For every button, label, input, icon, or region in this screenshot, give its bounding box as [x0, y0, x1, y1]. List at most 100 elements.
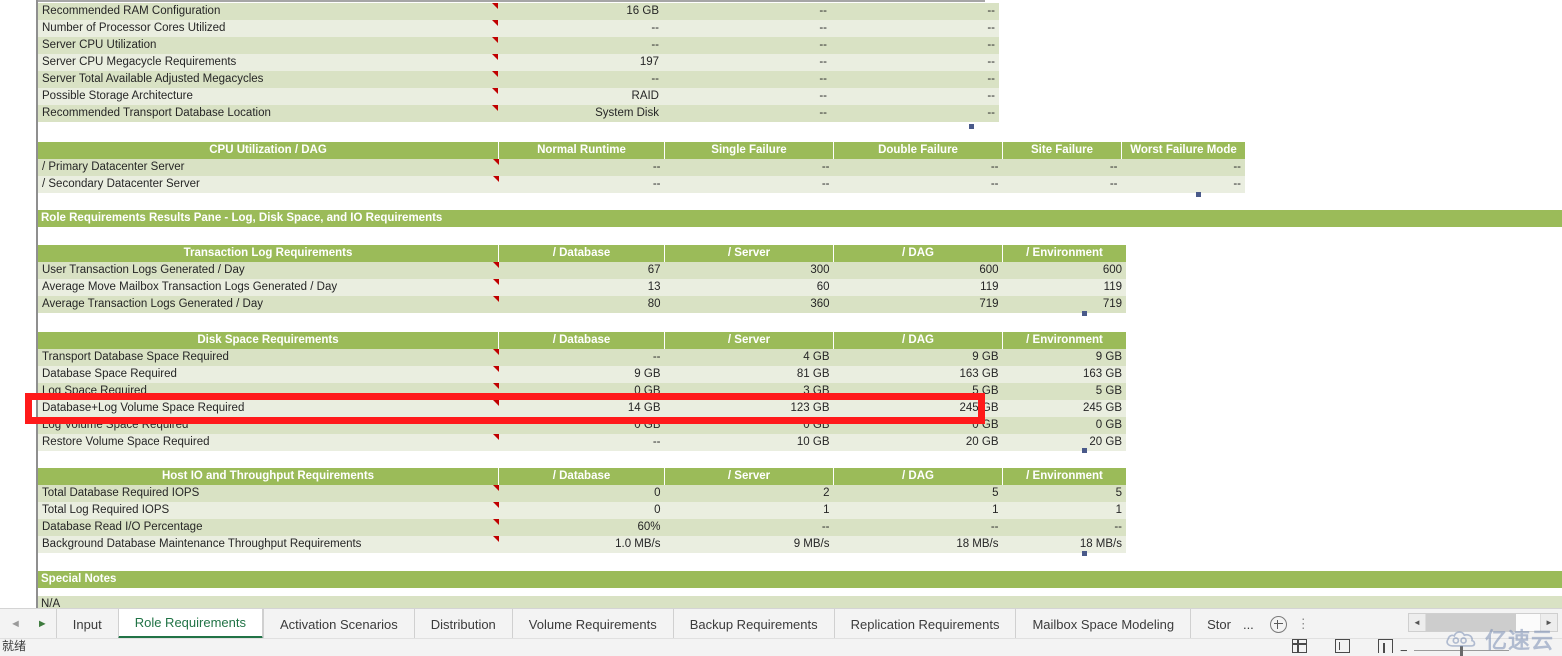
- sheet-tab-mailbox-space-modeling[interactable]: Mailbox Space Modeling: [1015, 609, 1190, 639]
- cell-value: 9 GB: [833, 349, 1003, 366]
- table-row[interactable]: Average Move Mailbox Transaction Logs Ge…: [38, 279, 1126, 296]
- table-row[interactable]: Possible Storage Architecture RAID -- --: [38, 88, 999, 105]
- table-row[interactable]: Server CPU Megacycle Requirements 197 -- --: [38, 54, 999, 71]
- sheet-tab-label: Distribution: [430, 616, 496, 632]
- cell-value: --: [663, 88, 831, 105]
- cloud-logo-icon: [1446, 631, 1476, 647]
- cell-value: 80: [498, 296, 665, 313]
- disk-space-table: Disk Space Requirements / Database / Serve…: [38, 332, 1126, 451]
- table-row[interactable]: Number of Processor Cores Utilized -- -- --: [38, 20, 999, 37]
- column-header: CPU Utilization / DAG: [38, 142, 499, 159]
- cell-value: --: [663, 3, 831, 20]
- row-label: / Secondary Datacenter Server: [38, 176, 499, 193]
- row-label: Transport Database Space Required: [38, 349, 499, 366]
- column-header: / Environment: [1002, 245, 1126, 262]
- sheet-tab-volume-requirements[interactable]: Volume Requirements: [511, 609, 673, 639]
- row-label: / Primary Datacenter Server: [38, 159, 499, 176]
- scroll-left-icon[interactable]: ◄: [1409, 614, 1426, 631]
- sheet-tab-label: Stor: [1207, 616, 1231, 632]
- table-row[interactable]: Database Space Required 9 GB 81 GB 163 GB 16…: [38, 366, 1126, 383]
- worksheet-grid[interactable]: Recommended RAM Configuration 16 GB -- -- Nu…: [0, 0, 1562, 608]
- sheet-tabs-overflow[interactable]: ...: [1235, 609, 1262, 639]
- sheet-nav-next-icon[interactable]: ►: [37, 618, 48, 630]
- cell-value: 18 MB/s: [833, 536, 1003, 553]
- sheet-tab-label: Mailbox Space Modeling: [1032, 616, 1175, 632]
- table-row[interactable]: Server Total Available Adjusted Megacycl…: [38, 71, 999, 88]
- sheet-tabs[interactable]: Input Role Requirements Activation Scenari…: [55, 609, 1235, 639]
- range-handle[interactable]: [969, 124, 974, 129]
- table-row[interactable]: Server CPU Utilization -- -- --: [38, 37, 999, 54]
- page-break-view-icon[interactable]: [1378, 639, 1393, 653]
- excel-window: Recommended RAM Configuration 16 GB -- -- Nu…: [0, 0, 1562, 656]
- status-label: 就绪: [2, 639, 27, 653]
- normal-view-icon[interactable]: [1292, 639, 1307, 653]
- table-row[interactable]: Restore Volume Space Required -- 10 GB 20 G…: [38, 434, 1126, 451]
- sheet-tab-stor[interactable]: Stor: [1190, 609, 1235, 639]
- cell-value: 5 GB: [1002, 383, 1126, 400]
- range-handle[interactable]: [1082, 551, 1087, 556]
- row-label: Server CPU Megacycle Requirements: [38, 54, 498, 71]
- range-handle[interactable]: [1196, 192, 1201, 197]
- table-row[interactable]: User Transaction Logs Generated / Day 67 3…: [38, 262, 1126, 279]
- row-label: Log Volume Space Required: [38, 417, 499, 434]
- add-sheet-button[interactable]: [1262, 609, 1295, 639]
- cell-value: 2: [664, 485, 834, 502]
- column-header: / Server: [664, 332, 834, 349]
- cell-value: --: [664, 176, 834, 193]
- cell-value: 123 GB: [664, 400, 834, 417]
- table-row-highlighted[interactable]: Database+Log Volume Space Required 14 GB 1…: [38, 400, 1126, 417]
- range-handle[interactable]: [1082, 448, 1087, 453]
- sheet-tab-label: Backup Requirements: [689, 616, 818, 632]
- cell-value: 20 GB: [833, 434, 1003, 451]
- cell-value: 13: [498, 279, 665, 296]
- cell-value: 5 GB: [833, 383, 1003, 400]
- sheet-more-options-icon[interactable]: ⋮: [1295, 609, 1316, 639]
- table-row[interactable]: Average Transaction Logs Generated / Day…: [38, 296, 1126, 313]
- sheet-tab-input[interactable]: Input: [55, 609, 118, 639]
- sheet-tab-bar[interactable]: ◄ ► Input Role Requirements Activation Sce…: [0, 608, 1562, 639]
- table-row[interactable]: / Secondary Datacenter Server -- -- -- -- --: [38, 176, 1245, 193]
- column-header: Site Failure: [1002, 142, 1122, 159]
- sheet-tab-role-requirements[interactable]: Role Requirements: [117, 609, 263, 639]
- sheet-tab-activation-scenarios[interactable]: Activation Scenarios: [262, 609, 414, 639]
- column-header: / Environment: [1002, 332, 1126, 349]
- table-row[interactable]: Transport Database Space Required -- 4 GB 9…: [38, 349, 1126, 366]
- cell-value: 119: [833, 279, 1003, 296]
- cell-value: --: [663, 37, 831, 54]
- transaction-log-table: Transaction Log Requirements / Database / …: [38, 245, 1126, 313]
- sheet-nav-prev-icon[interactable]: ◄: [10, 618, 21, 630]
- cell-value: --: [833, 159, 1003, 176]
- cell-value: 0 GB: [1002, 417, 1126, 434]
- sheet-nav-buttons[interactable]: ◄ ►: [0, 609, 56, 639]
- sheet-tab-replication-requirements[interactable]: Replication Requirements: [833, 609, 1016, 639]
- frozen-pane-divider: [36, 0, 38, 608]
- cell-value: --: [831, 54, 999, 71]
- table-row[interactable]: / Primary Datacenter Server -- -- -- -- --: [38, 159, 1245, 176]
- table-row[interactable]: Recommended Transport Database Location S…: [38, 105, 999, 122]
- row-label: Log Space Required: [38, 383, 499, 400]
- table-row[interactable]: Database Read I/O Percentage 60% -- -- --: [38, 519, 1126, 536]
- special-notes-body: N/A: [38, 596, 1562, 608]
- cell-value: 0: [498, 485, 665, 502]
- table-row[interactable]: Recommended RAM Configuration 16 GB -- --: [38, 3, 999, 20]
- table-row[interactable]: Background Database Maintenance Throughp…: [38, 536, 1126, 553]
- table-row[interactable]: Log Space Required 0 GB 3 GB 5 GB 5 GB: [38, 383, 1126, 400]
- watermark: 亿速云: [1445, 623, 1554, 655]
- view-mode-buttons[interactable]: [1292, 639, 1393, 653]
- table-row[interactable]: Log Volume Space Required 0 GB 0 GB 0 GB 0 G…: [38, 417, 1126, 434]
- table-row[interactable]: Total Log Required IOPS 0 1 1 1: [38, 502, 1126, 519]
- table-row[interactable]: Total Database Required IOPS 0 2 5 5: [38, 485, 1126, 502]
- column-header: Double Failure: [833, 142, 1003, 159]
- range-handle[interactable]: [1082, 311, 1087, 316]
- cell-value: --: [1002, 159, 1122, 176]
- page-layout-view-icon[interactable]: [1335, 639, 1350, 653]
- sheet-tab-distribution[interactable]: Distribution: [413, 609, 512, 639]
- special-notes-title: Special Notes: [38, 571, 1562, 588]
- cell-value: --: [831, 105, 999, 122]
- column-header: Single Failure: [664, 142, 834, 159]
- row-label: User Transaction Logs Generated / Day: [38, 262, 499, 279]
- row-label: Possible Storage Architecture: [38, 88, 498, 105]
- sheet-tab-backup-requirements[interactable]: Backup Requirements: [672, 609, 834, 639]
- zoom-out-icon[interactable]: −: [1400, 644, 1408, 656]
- cell-value: 719: [1002, 296, 1126, 313]
